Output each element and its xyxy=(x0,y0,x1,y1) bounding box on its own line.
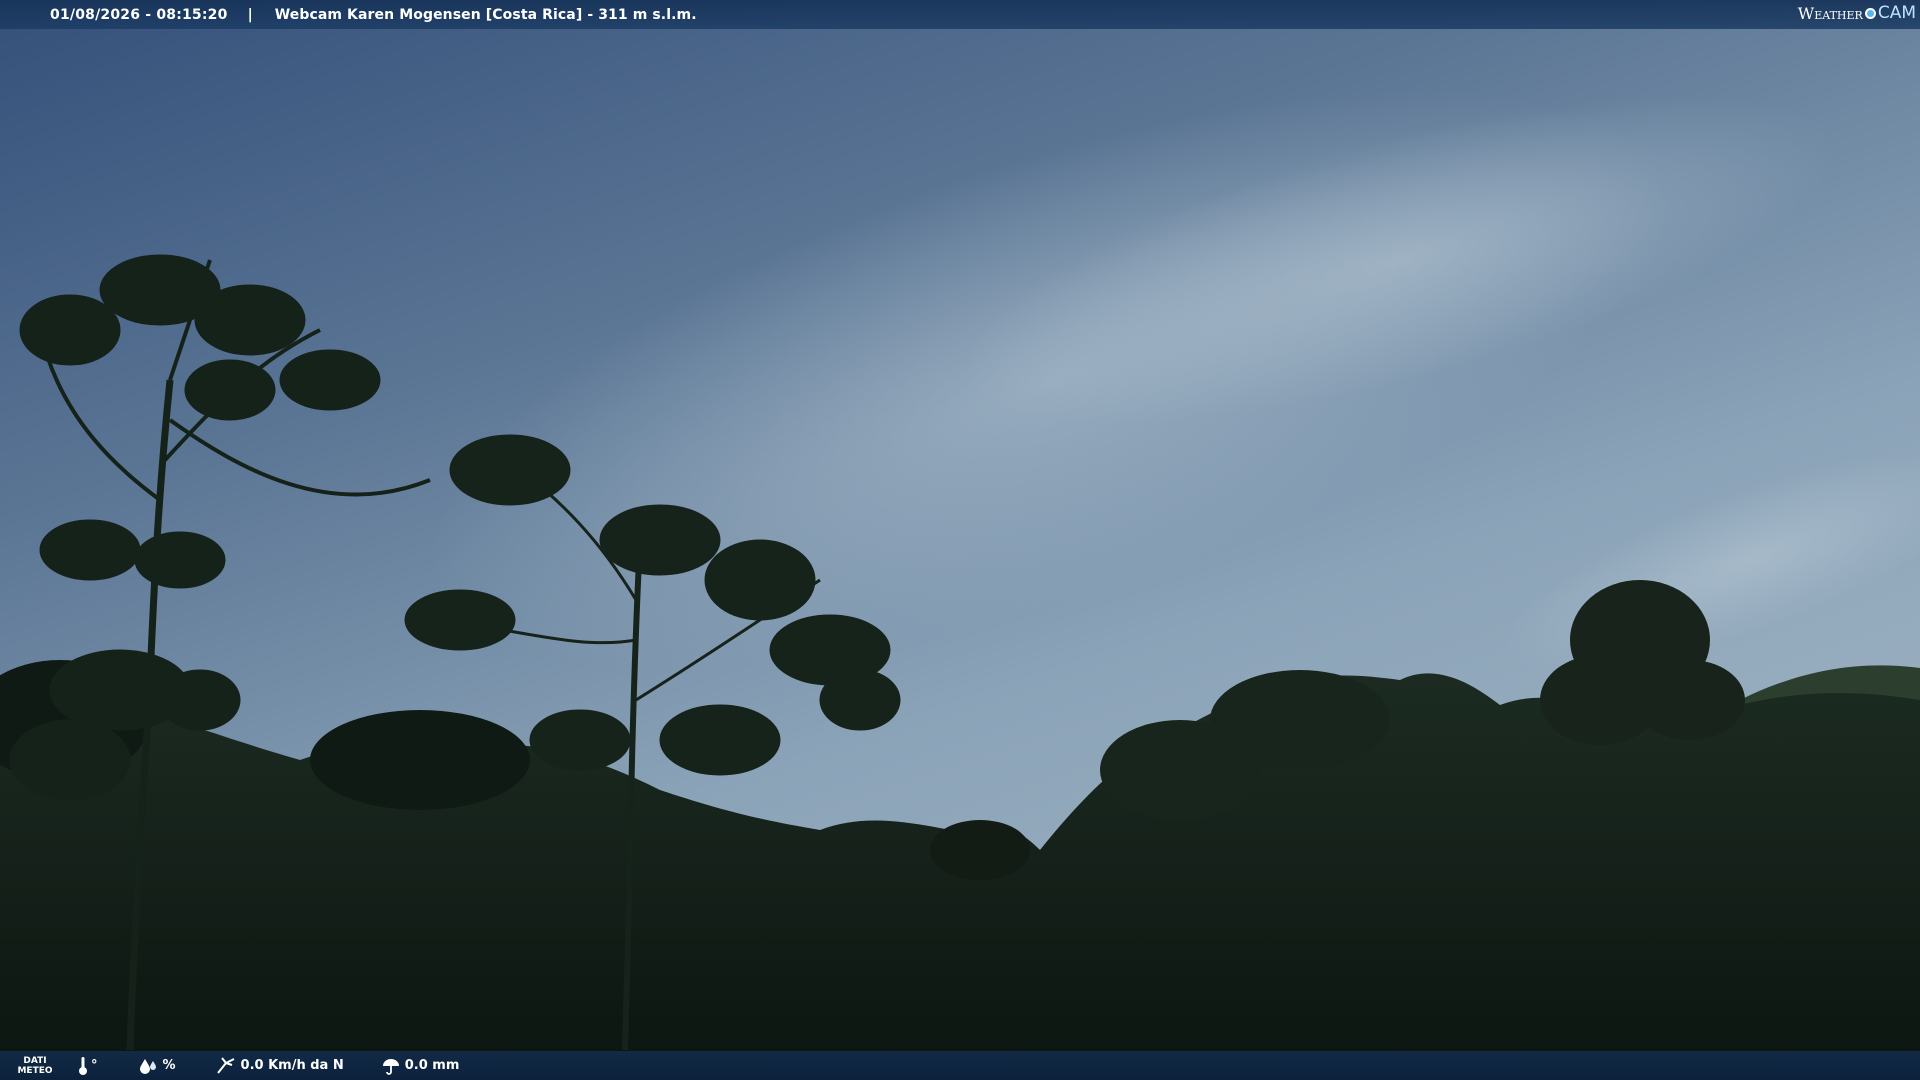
wind-reading: 0.0 Km/h da N xyxy=(216,1056,344,1075)
humidity-icon xyxy=(139,1058,156,1074)
dati-meteo-label: DATI METEO xyxy=(12,1056,58,1076)
meteo-text: METEO xyxy=(17,1065,53,1076)
weather-data-bar: DATI METEO ° % 0.0 Km/h da N 0.0 mm xyxy=(0,1051,1920,1080)
timestamp: 01/08/2026 - 08:15:20 xyxy=(50,6,228,23)
logo-cam-text: CAM xyxy=(1877,3,1916,23)
weathercam-logo[interactable]: Weather CAM xyxy=(1798,3,1916,23)
logo-weather-text: Weather xyxy=(1797,3,1863,23)
temperature-reading: ° xyxy=(78,1056,98,1076)
wind-value: 0.0 Km/h da N xyxy=(240,1058,344,1073)
temperature-value: ° xyxy=(91,1058,98,1073)
dati-text: DATI xyxy=(23,1055,47,1066)
webcam-title: Webcam Karen Mogensen [Costa Rica] - 311… xyxy=(274,6,697,23)
logo-dot-icon xyxy=(1864,7,1876,19)
webcam-image xyxy=(0,0,1920,1080)
top-info-bar: 01/08/2026 - 08:15:20 | Webcam Karen Mog… xyxy=(0,0,1920,29)
separator: | xyxy=(247,6,253,23)
humidity-value: % xyxy=(162,1058,176,1073)
wind-icon xyxy=(216,1056,234,1074)
humidity-reading: % xyxy=(138,1057,176,1075)
rain-value: 0.0 mm xyxy=(404,1058,460,1073)
rain-icon xyxy=(382,1058,399,1075)
rain-reading: 0.0 mm xyxy=(382,1057,460,1075)
thermometer-icon xyxy=(79,1056,87,1075)
